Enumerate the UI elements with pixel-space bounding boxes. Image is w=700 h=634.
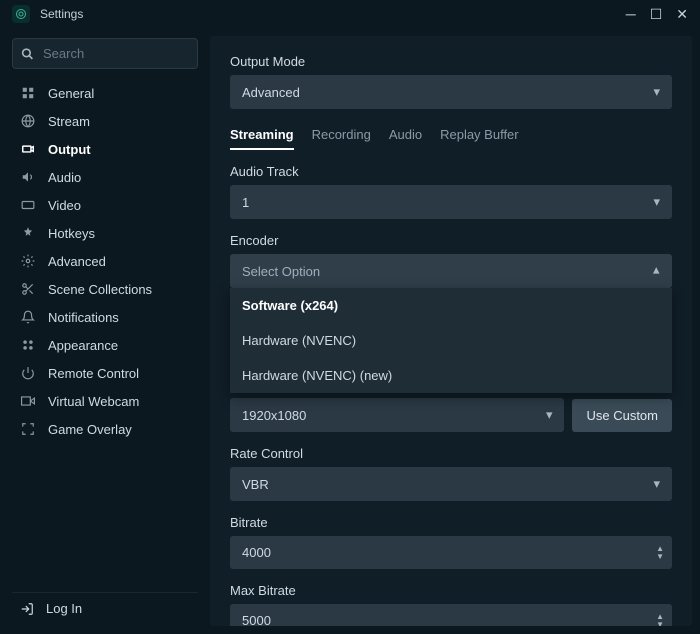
output-mode-label: Output Mode: [230, 54, 672, 69]
sidebar-item-scene-collections[interactable]: Scene Collections: [12, 275, 198, 303]
sidebar-item-label: Scene Collections: [48, 282, 152, 297]
search-icon: [21, 47, 34, 60]
chevron-down-icon: ▾: [653, 194, 660, 210]
sidebar-item-output[interactable]: Output: [12, 135, 198, 163]
chevron-down-icon: ▾: [653, 84, 660, 100]
sidebar-item-remote-control[interactable]: Remote Control: [12, 359, 198, 387]
rate-control-select[interactable]: VBR ▾: [230, 467, 672, 501]
sidebar-item-label: General: [48, 86, 94, 101]
sidebar: General Stream Output Audio Video Hotkey…: [0, 28, 210, 634]
window-title: Settings: [40, 7, 83, 21]
globe-icon: [20, 113, 36, 129]
sidebar-item-stream[interactable]: Stream: [12, 107, 198, 135]
sidebar-item-general[interactable]: General: [12, 79, 198, 107]
content-panel: Output Mode Advanced ▾ Streaming Recordi…: [210, 36, 692, 626]
encoder-option[interactable]: Hardware (NVENC): [230, 323, 672, 358]
tab-audio[interactable]: Audio: [389, 127, 422, 150]
appearance-icon: [20, 337, 36, 353]
rate-control-value: VBR: [242, 477, 269, 492]
output-icon: [20, 141, 36, 157]
sidebar-item-label: Notifications: [48, 310, 119, 325]
output-mode-select[interactable]: Advanced ▾: [230, 75, 672, 109]
stepper-icon[interactable]: ▲▼: [656, 545, 664, 561]
tab-replay-buffer[interactable]: Replay Buffer: [440, 127, 519, 150]
max-bitrate-input[interactable]: 5000 ▲▼: [230, 604, 672, 626]
resolution-select[interactable]: 1920x1080 ▾: [230, 398, 564, 432]
minimize-button[interactable]: ─: [626, 7, 636, 21]
resolution-value: 1920x1080: [242, 408, 306, 423]
login-label: Log In: [46, 601, 82, 616]
sidebar-item-audio[interactable]: Audio: [12, 163, 198, 191]
sidebar-item-advanced[interactable]: Advanced: [12, 247, 198, 275]
sidebar-item-appearance[interactable]: Appearance: [12, 331, 198, 359]
encoder-dropdown: Software (x264) Hardware (NVENC) Hardwar…: [230, 288, 672, 393]
gear-icon: [20, 253, 36, 269]
expand-icon: [20, 421, 36, 437]
audio-icon: [20, 169, 36, 185]
bitrate-value: 4000: [242, 545, 271, 560]
power-icon: [20, 365, 36, 381]
chevron-up-icon: ▾: [653, 263, 660, 279]
sidebar-item-label: Hotkeys: [48, 226, 95, 241]
encoder-option[interactable]: Hardware (NVENC) (new): [230, 358, 672, 393]
stepper-icon[interactable]: ▲▼: [656, 613, 664, 627]
login-icon: [20, 602, 34, 616]
tab-streaming[interactable]: Streaming: [230, 127, 294, 150]
grid-icon: [20, 85, 36, 101]
titlebar: Settings ─ ☐ ✕: [0, 0, 700, 28]
bitrate-input[interactable]: 4000 ▲▼: [230, 536, 672, 569]
chevron-down-icon: ▾: [653, 476, 660, 492]
sidebar-item-label: Stream: [48, 114, 90, 129]
sidebar-item-virtual-webcam[interactable]: Virtual Webcam: [12, 387, 198, 415]
sidebar-item-label: Audio: [48, 170, 81, 185]
close-button[interactable]: ✕: [676, 7, 688, 21]
maximize-button[interactable]: ☐: [650, 7, 663, 21]
login-button[interactable]: Log In: [12, 592, 198, 624]
encoder-value: Select Option: [242, 264, 320, 279]
tab-recording[interactable]: Recording: [312, 127, 371, 150]
bitrate-label: Bitrate: [230, 515, 672, 530]
use-custom-button[interactable]: Use Custom: [572, 399, 672, 432]
sidebar-item-notifications[interactable]: Notifications: [12, 303, 198, 331]
sidebar-item-label: Appearance: [48, 338, 118, 353]
sidebar-item-hotkeys[interactable]: Hotkeys: [12, 219, 198, 247]
sidebar-item-video[interactable]: Video: [12, 191, 198, 219]
sidebar-item-label: Video: [48, 198, 81, 213]
sidebar-item-label: Remote Control: [48, 366, 139, 381]
audio-track-label: Audio Track: [230, 164, 672, 179]
sidebar-item-label: Virtual Webcam: [48, 394, 139, 409]
scissors-icon: [20, 281, 36, 297]
tabs: Streaming Recording Audio Replay Buffer: [230, 127, 672, 150]
encoder-option[interactable]: Software (x264): [230, 288, 672, 323]
sidebar-item-label: Output: [48, 142, 91, 157]
video-icon: [20, 197, 36, 213]
search-input[interactable]: [12, 38, 198, 69]
max-bitrate-value: 5000: [242, 613, 271, 626]
audio-track-select[interactable]: 1 ▾: [230, 185, 672, 219]
output-mode-value: Advanced: [242, 85, 300, 100]
chevron-down-icon: ▾: [546, 407, 553, 423]
audio-track-value: 1: [242, 195, 249, 210]
encoder-select[interactable]: Select Option ▾: [230, 254, 672, 288]
camera-icon: [20, 393, 36, 409]
sidebar-item-label: Game Overlay: [48, 422, 132, 437]
sidebar-item-game-overlay[interactable]: Game Overlay: [12, 415, 198, 443]
bell-icon: [20, 309, 36, 325]
app-logo-icon: [12, 5, 30, 23]
max-bitrate-label: Max Bitrate: [230, 583, 672, 598]
hotkeys-icon: [20, 225, 36, 241]
sidebar-item-label: Advanced: [48, 254, 106, 269]
rate-control-label: Rate Control: [230, 446, 672, 461]
encoder-label: Encoder: [230, 233, 672, 248]
